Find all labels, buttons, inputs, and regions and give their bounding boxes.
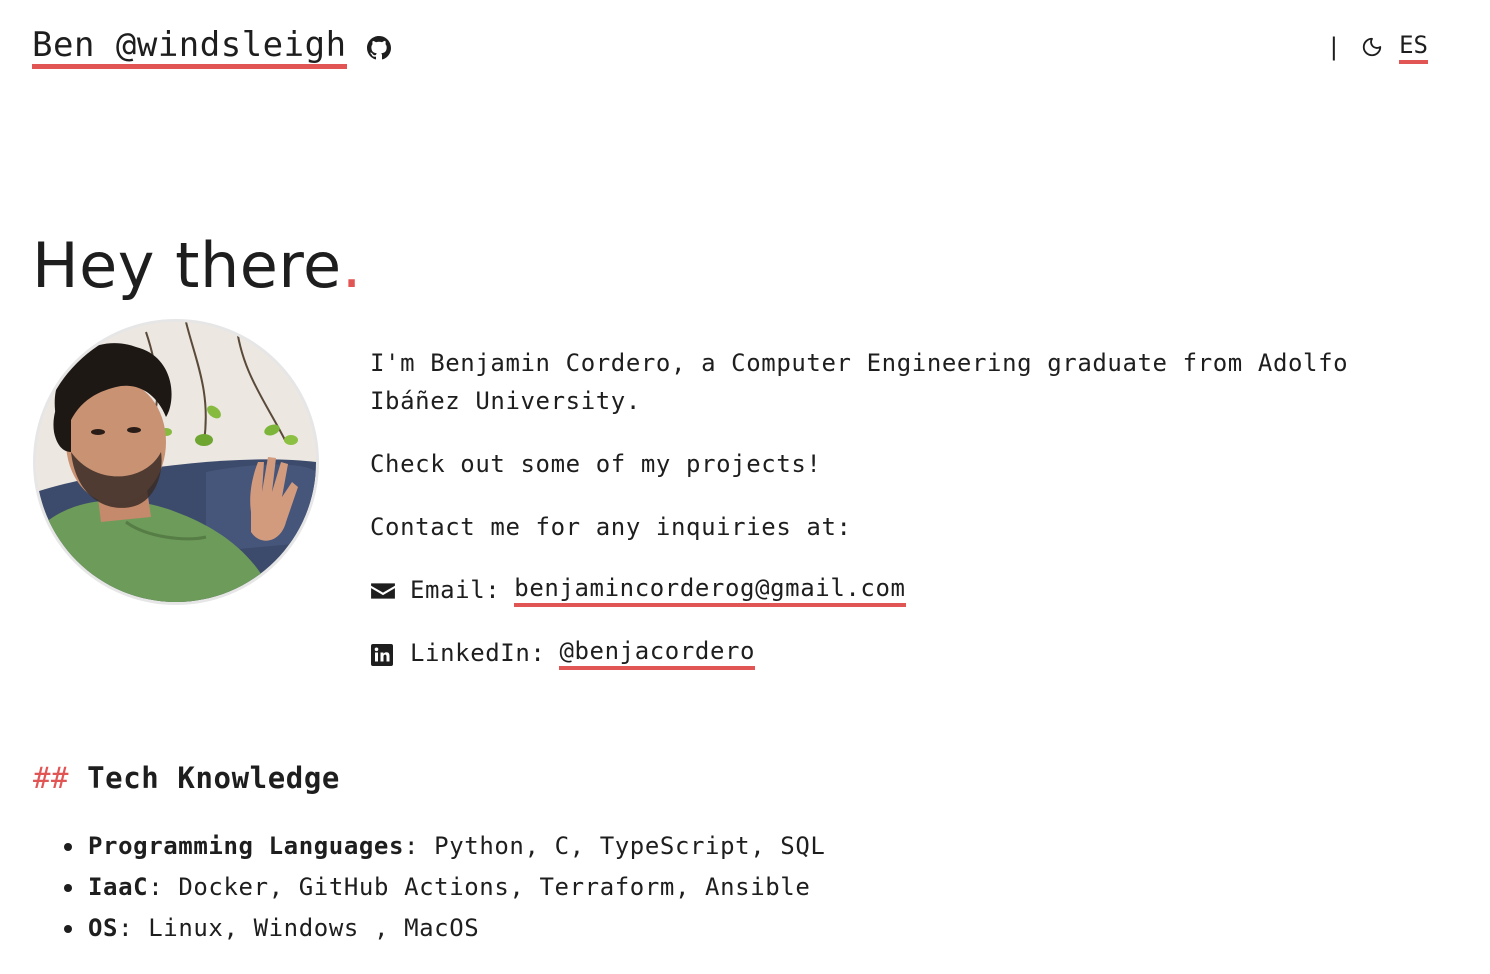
bullet — [64, 883, 72, 892]
linkedin-link[interactable]: @benjacordero — [559, 636, 756, 670]
moon-icon[interactable] — [1361, 36, 1383, 58]
title-accent-dot: . — [341, 229, 362, 302]
bullet — [64, 924, 72, 933]
section-title-tech: ## Tech Knowledge — [33, 758, 340, 798]
page: Ben @windsleigh | ES Hey there. I'm Benj… — [0, 0, 1490, 974]
page-title-text: Hey there — [32, 229, 342, 302]
heading-hash: ## — [33, 761, 70, 795]
tech-value: Docker, GitHub Actions, Terraform, Ansib… — [178, 873, 811, 901]
linkedin-row: LinkedIn: @benjacordero — [370, 634, 1370, 672]
header: Ben @windsleigh — [32, 26, 391, 69]
email-link[interactable]: benjamincorderog@gmail.com — [514, 573, 906, 607]
tech-sep: : — [148, 873, 164, 901]
intro-section: I'm Benjamin Cordero, a Computer Enginee… — [370, 344, 1370, 697]
tech-sep: : — [118, 914, 134, 942]
tech-value: Linux, Windows , MacOS — [148, 914, 480, 942]
separator: | — [1326, 33, 1342, 61]
bullet — [64, 842, 72, 851]
intro-contact: Contact me for any inquiries at: — [370, 513, 852, 541]
list-item: OS: Linux, Windows , MacOS — [64, 908, 825, 949]
header-controls: | ES — [1327, 30, 1428, 64]
intro-projects: Check out some of my projects! — [370, 450, 822, 478]
linkedin-label: LinkedIn: — [410, 639, 546, 667]
section-title-text: Tech Knowledge — [87, 761, 340, 795]
tech-list: Programming Languages: Python, C, TypeSc… — [64, 826, 825, 949]
list-item: Programming Languages: Python, C, TypeSc… — [64, 826, 825, 867]
page-title: Hey there. — [32, 226, 362, 306]
tech-value: Python, C, TypeScript, SQL — [434, 832, 826, 860]
language-toggle[interactable]: ES — [1399, 30, 1428, 64]
intro-bio: I'm Benjamin Cordero, a Computer Enginee… — [370, 349, 1349, 415]
github-icon[interactable] — [366, 35, 391, 60]
email-label: Email: — [410, 576, 501, 604]
list-item: IaaC: Docker, GitHub Actions, Terraform,… — [64, 867, 825, 908]
linkedin-icon — [370, 640, 396, 666]
tech-label: OS — [88, 914, 119, 942]
tech-sep: : — [404, 832, 420, 860]
email-row: Email: benjamincorderog@gmail.com — [370, 571, 1370, 609]
envelope-icon — [370, 577, 396, 603]
tech-label: IaaC — [88, 873, 149, 901]
tech-label: Programming Languages — [88, 832, 405, 860]
avatar — [33, 319, 319, 605]
site-title-link[interactable]: Ben @windsleigh — [32, 26, 347, 69]
